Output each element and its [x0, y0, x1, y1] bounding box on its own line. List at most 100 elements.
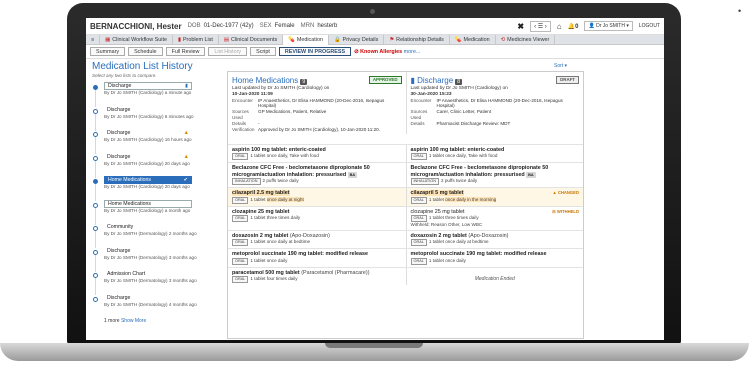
details-value: Pharmacist Discharge Review: MDT — [436, 120, 511, 126]
list-label-box[interactable]: Home Medications — [104, 199, 192, 208]
tab-medicines-viewer[interactable]: ⟲ Medicines Viewer — [496, 34, 556, 45]
med-cell-right[interactable]: Medication Ended — [405, 267, 584, 286]
full-review-button[interactable]: Full Review — [165, 47, 206, 56]
list-history-button[interactable]: List History — [208, 47, 248, 56]
history-item[interactable]: Discharge By Dr Jo SMITH (Cardiology) 6 … — [90, 106, 225, 131]
med-cell-left[interactable]: paracetamol 500 mg tablet (Paracetamol (… — [228, 268, 406, 285]
medication-toolbar: Summary Schedule Full Review List Histor… — [86, 45, 664, 59]
show-more-link[interactable]: Show More — [121, 318, 146, 324]
list-author: By Dr Jo SMITH (Cardiology) 6 minutes ag… — [104, 113, 194, 119]
sig-text: 1 tablet once daily — [250, 257, 288, 263]
brand-text: (Apo-Doxazosin) — [468, 233, 509, 240]
med-cell-left[interactable]: Beclazone CFC Free - beclometasone dipro… — [228, 163, 406, 187]
tab-icon: ▤ — [223, 36, 230, 43]
home-icon[interactable]: ⌂ — [557, 22, 562, 31]
review-status-button[interactable]: REVIEW IN PROGRESS — [278, 47, 352, 56]
tab-relationship-details[interactable]: ⚑ Relationship Details — [384, 34, 450, 45]
history-item[interactable]: Discharge ▲ By Dr Jo SMITH (Cardiology) 2… — [90, 153, 225, 178]
list-label-box[interactable]: Discharge ▲ — [104, 153, 192, 161]
bell-icon[interactable]: 🔔0 — [568, 23, 579, 30]
list-label: Discharge — [107, 294, 131, 301]
route-badge: ORAL — [410, 215, 427, 223]
schedule-button[interactable]: Schedule — [128, 47, 163, 56]
patient-nav-control[interactable]: ‹ ☰ › — [530, 20, 551, 32]
med-row: metoprolol succinate 190 mg tablet: modi… — [228, 248, 584, 267]
module-tabs: ≡ ▦ Clinical Workflow Suite ▮ Problem List… — [86, 34, 664, 45]
sig-changed-text: once daily in the morning — [445, 196, 497, 202]
list-label-box[interactable]: Discharge — [104, 294, 192, 302]
pill-icon: 💊 — [454, 36, 462, 43]
logout-link[interactable]: LOGOUT — [639, 23, 660, 29]
list-label-box[interactable]: Admission Chart — [104, 270, 192, 278]
med-cell-left[interactable]: cilazapril 2.5 mg tablet ORAL 1 tablet on… — [228, 188, 406, 206]
history-item-selected[interactable]: Home Medications ✔ By Dr Jo SMITH (Cardio… — [90, 176, 225, 201]
brand-text: (Apo-Doxazosin) — [289, 233, 330, 240]
list-label-box[interactable]: Community — [104, 223, 192, 231]
script-button[interactable]: Script — [250, 47, 276, 56]
sig-text: 1 tablet three times daily — [428, 215, 479, 221]
history-item[interactable]: Discharge ▲ By Dr Jo SMITH (Cardiology) 1… — [90, 129, 225, 154]
med-cell-right[interactable]: aspirin 100 mg tablet: enteric-coated OR… — [405, 145, 584, 163]
med-cell-right[interactable]: ▲ CHANGED cilazapril 5 mg tablet ORAL 1 t… — [405, 188, 583, 206]
list-label-box[interactable]: Discharge — [104, 106, 192, 114]
med-name: Beclazone CFC Free - beclometasone dipro… — [232, 165, 402, 179]
sig-text: 1 tablet once daily — [428, 257, 466, 263]
med-cell-left[interactable]: doxazosin 2 mg tablet (Apo-Doxazosin) OR… — [228, 231, 406, 248]
med-sig: INHALATION 2 puffs twice daily — [232, 178, 402, 186]
status-badge: DRAFT — [556, 76, 579, 84]
med-cell-left[interactable]: metoprolol succinate 190 mg tablet: modi… — [228, 249, 406, 266]
tab-icon: ▦ — [105, 36, 111, 43]
med-cell-right[interactable]: metoprolol succinate 190 mg tablet: modi… — [405, 249, 584, 267]
list-label-box[interactable]: Home Medications ✔ — [104, 176, 192, 184]
encounter-row: Encounter IP Anaesthetics, Dr Elisa HAMMO… — [232, 98, 402, 110]
dob-value: 01-Dec-1977 (42y) — [203, 23, 254, 29]
tab-medication[interactable]: 💊 Medication — [450, 34, 496, 45]
changed-flag: ▲ CHANGED — [552, 190, 579, 196]
user-menu[interactable]: 👤 Dr Jo SMITH ▾ — [584, 21, 633, 31]
med-name-text: paracetamol 500 mg tablet — [232, 269, 300, 276]
tab-problem-list[interactable]: ▮ Problem List — [173, 34, 219, 45]
sources-row: Sources Used Carer, Clinic Letter, Patien… — [411, 109, 580, 121]
med-cell-right[interactable]: doxazosin 2 mg tablet (Apo-Doxazosin) OR… — [405, 231, 584, 249]
allergies-more-link[interactable]: more... — [404, 49, 421, 55]
timeline-line — [95, 184, 96, 201]
details-row: Details Pharmacist Discharge Review: MDT — [411, 121, 580, 127]
route-badge: ORAL — [410, 153, 427, 161]
history-item[interactable]: Discharge ▮ By Dr Jo SMITH (Cardiology) a… — [90, 82, 225, 107]
med-name-text: cilazapril 2.5 mg tablet — [232, 190, 290, 197]
tab-medication-active[interactable]: 💊 Medication — [283, 34, 329, 45]
left-list-title: Home Medications 9 — [232, 75, 308, 85]
withheld-reason: Withheld: Reason Other, Low WBC — [410, 222, 483, 228]
med-cell-right[interactable]: ⊟ WITHHELD clozapine 25 mg tablet ORAL 1 … — [405, 206, 584, 231]
sort-dropdown[interactable]: Sort ▾ — [554, 63, 567, 69]
known-allergies[interactable]: ⊘ Known Allergies more... — [354, 49, 420, 55]
sources-label: Sources Used — [232, 109, 249, 120]
tab-privacy-details[interactable]: 🔒 Privacy Details — [329, 34, 385, 45]
warning-icon: ▲ — [183, 153, 189, 160]
med-cell-left[interactable]: clozapine 25 mg tablet ORAL 1 tablet thre… — [228, 207, 406, 230]
dob-label: DOB — [187, 23, 201, 29]
main-content: Medication List History Select any two l… — [86, 59, 664, 339]
tab-clinical-documents[interactable]: ▤ Clinical Documents — [219, 34, 284, 45]
list-title: Home Medications — [232, 75, 299, 85]
list-label-box[interactable]: Discharge ▲ — [104, 129, 192, 137]
med-cell-left[interactable]: aspirin 100 mg tablet: enteric-coated OR… — [228, 145, 406, 162]
history-item[interactable]: Admission Chart By Dr Jo SMITH (Dermatol… — [90, 270, 225, 295]
list-label-box[interactable]: Discharge ▮ — [104, 82, 192, 90]
list-label-box[interactable]: Discharge — [104, 247, 192, 255]
timeline-dot — [93, 296, 98, 302]
tab-label: Privacy Details — [342, 36, 379, 43]
history-item[interactable]: Discharge By Dr Jo SMITH (Dermatology) 3… — [90, 247, 225, 272]
med-cell-right[interactable]: Beclazone CFC Free - beclometasone dipro… — [405, 163, 584, 188]
summary-button[interactable]: Summary — [90, 47, 126, 56]
close-patient-button[interactable]: ✖ — [517, 22, 524, 31]
tab-clinical-workflow-suite[interactable]: ▦ Clinical Workflow Suite — [100, 34, 173, 45]
tab-menu[interactable]: ≡ — [86, 34, 101, 45]
encounter-value: IP Anaesthetics, Dr Elisa HAMMOND (20-De… — [258, 97, 385, 109]
history-item[interactable]: Discharge By Dr Jo SMITH (Dermatology) 4… — [90, 294, 225, 318]
item-count: 8 — [455, 78, 463, 85]
timeline-line — [95, 207, 96, 225]
med-row: doxazosin 2 mg tablet (Apo-Doxazosin) OR… — [228, 230, 584, 249]
history-item[interactable]: Community By Dr Jo SMITH (Dermatology) 2… — [90, 223, 225, 248]
history-item[interactable]: Home Medications By Dr Jo SMITH (Cardiol… — [90, 199, 225, 225]
